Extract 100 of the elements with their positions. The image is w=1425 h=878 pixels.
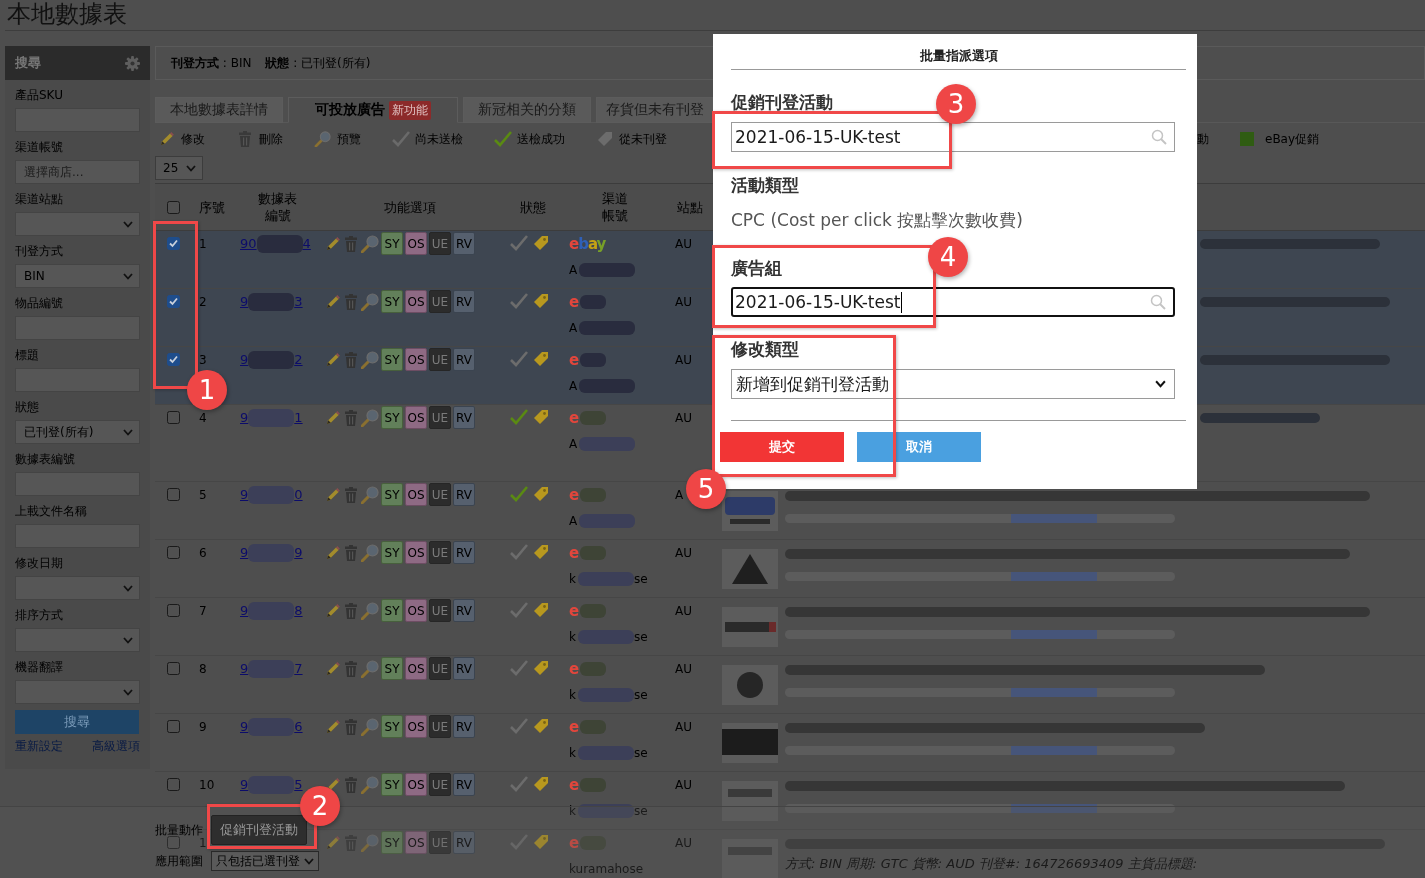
action-button[interactable]: SY xyxy=(381,406,403,429)
settings-icon[interactable] xyxy=(125,55,140,71)
action-button[interactable]: UE xyxy=(429,290,451,313)
action-button[interactable]: UE xyxy=(429,483,451,506)
action-button[interactable]: OS xyxy=(405,348,427,371)
tab[interactable]: 本地數據表詳情 xyxy=(155,97,283,123)
action-button[interactable]: OS xyxy=(405,599,427,622)
trash-icon[interactable] xyxy=(344,486,358,503)
action-button[interactable]: SY xyxy=(381,290,403,313)
row-checkbox[interactable] xyxy=(167,295,180,308)
action-button[interactable]: OS xyxy=(405,232,427,255)
trash-icon[interactable] xyxy=(344,776,358,793)
row-checkbox[interactable] xyxy=(167,411,180,424)
pencil-icon[interactable] xyxy=(325,351,341,368)
pencil-icon[interactable] xyxy=(325,602,341,619)
action-button[interactable]: SY xyxy=(381,599,403,622)
trash-icon[interactable] xyxy=(344,235,358,252)
action-button[interactable]: SY xyxy=(381,657,403,680)
scope-select[interactable]: 只包括已選刊登 xyxy=(211,851,319,871)
tab[interactable]: 可投放廣告 新功能 xyxy=(288,97,458,123)
pencil-icon[interactable] xyxy=(325,409,341,426)
action-button[interactable]: RV xyxy=(453,831,475,854)
dropdown-select[interactable]: BIN xyxy=(15,264,140,288)
action-button[interactable]: RV xyxy=(453,290,475,313)
trash-icon[interactable] xyxy=(344,660,358,677)
row-checkbox[interactable] xyxy=(167,237,180,250)
dropdown-select[interactable] xyxy=(15,576,140,600)
listing-id-link[interactable]: 9 3 xyxy=(240,292,303,311)
action-button[interactable]: SY xyxy=(381,541,403,564)
action-button[interactable]: OS xyxy=(405,541,427,564)
row-checkbox[interactable] xyxy=(167,778,180,791)
magnifier-icon[interactable] xyxy=(361,775,379,794)
action-button[interactable]: UE xyxy=(429,715,451,738)
action-button[interactable]: UE xyxy=(429,773,451,796)
cancel-button[interactable]: 取消 xyxy=(857,432,981,462)
action-button[interactable]: RV xyxy=(453,406,475,429)
listing-id-link[interactable]: 9 0 xyxy=(240,485,303,504)
action-button[interactable]: OS xyxy=(405,831,427,854)
action-button[interactable]: SY xyxy=(381,773,403,796)
action-button[interactable]: RV xyxy=(453,657,475,680)
dropdown-select[interactable] xyxy=(15,680,140,704)
dropdown-select[interactable] xyxy=(15,628,140,652)
trash-icon[interactable] xyxy=(344,544,358,561)
action-button[interactable]: OS xyxy=(405,773,427,796)
listing-id-link[interactable]: 9 2 xyxy=(240,350,303,369)
listing-id-link[interactable]: 9 8 xyxy=(240,601,303,620)
action-button[interactable]: OS xyxy=(405,715,427,738)
action-button[interactable]: OS xyxy=(405,483,427,506)
action-button[interactable]: RV xyxy=(453,773,475,796)
action-button[interactable]: SY xyxy=(381,232,403,255)
row-checkbox[interactable] xyxy=(167,353,180,366)
action-button[interactable]: RV xyxy=(453,599,475,622)
action-button[interactable]: UE xyxy=(429,348,451,371)
row-checkbox[interactable] xyxy=(167,604,180,617)
magnifier-icon[interactable] xyxy=(361,543,379,562)
action-button[interactable]: UE xyxy=(429,406,451,429)
tab[interactable]: 存貨但未有刊登 xyxy=(596,97,713,123)
submit-button[interactable]: 提交 xyxy=(720,432,844,462)
trash-icon[interactable] xyxy=(344,293,358,310)
search-button[interactable]: 搜尋 xyxy=(15,710,139,734)
pencil-icon[interactable] xyxy=(325,293,341,310)
magnifier-icon[interactable] xyxy=(361,350,379,369)
listing-id-link[interactable]: 9 9 xyxy=(240,543,303,562)
action-button[interactable]: RV xyxy=(453,715,475,738)
trash-icon[interactable] xyxy=(344,351,358,368)
dropdown-select[interactable]: 已刊登(所有) xyxy=(15,420,140,444)
action-button[interactable]: RV xyxy=(453,483,475,506)
magnifier-icon[interactable] xyxy=(361,234,379,253)
dropdown-select[interactable]: 新增到促銷刊登活動 xyxy=(731,369,1175,399)
page-size-select[interactable]: 25 xyxy=(155,156,203,180)
magnifier-icon[interactable] xyxy=(361,601,379,620)
action-button[interactable]: UE xyxy=(429,232,451,255)
pencil-icon[interactable] xyxy=(325,486,341,503)
magnifier-icon[interactable] xyxy=(361,659,379,678)
bulk-action-button[interactable]: 促銷刊登活動 xyxy=(211,815,307,845)
trash-icon[interactable] xyxy=(344,834,358,851)
dropdown-select[interactable] xyxy=(15,212,140,236)
magnifier-icon[interactable] xyxy=(361,717,379,736)
pencil-icon[interactable] xyxy=(325,834,341,851)
action-button[interactable]: UE xyxy=(429,541,451,564)
trash-icon[interactable] xyxy=(344,602,358,619)
action-button[interactable]: OS xyxy=(405,406,427,429)
row-checkbox[interactable] xyxy=(167,662,180,675)
row-checkbox[interactable] xyxy=(167,836,180,849)
action-button[interactable]: RV xyxy=(453,541,475,564)
trash-icon[interactable] xyxy=(344,409,358,426)
action-button[interactable]: RV xyxy=(453,232,475,255)
listing-id-link[interactable]: 9 1 xyxy=(240,408,303,427)
action-button[interactable]: UE xyxy=(429,657,451,680)
action-button[interactable]: SY xyxy=(381,831,403,854)
magnifier-icon[interactable] xyxy=(361,292,379,311)
row-checkbox[interactable] xyxy=(167,546,180,559)
magnifier-icon[interactable] xyxy=(361,833,379,852)
pencil-icon[interactable] xyxy=(325,718,341,735)
search-field[interactable]: 2021-06-15-UK-test xyxy=(731,287,1175,317)
magnifier-icon[interactable] xyxy=(361,485,379,504)
pencil-icon[interactable] xyxy=(325,235,341,252)
pencil-icon[interactable] xyxy=(325,544,341,561)
row-checkbox[interactable] xyxy=(167,488,180,501)
action-button[interactable]: OS xyxy=(405,290,427,313)
